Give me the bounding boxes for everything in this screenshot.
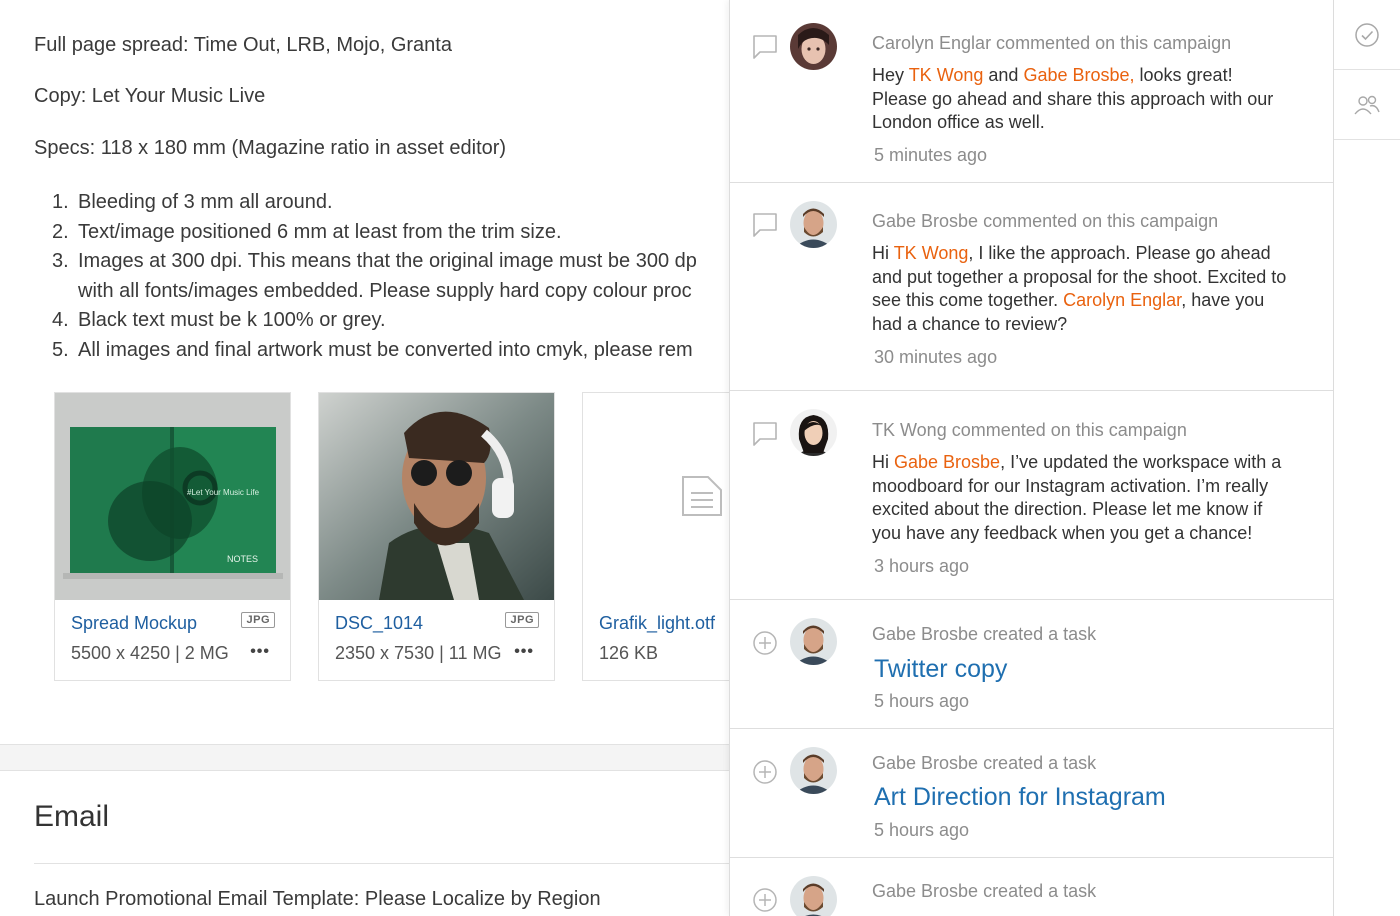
avatar[interactable]	[790, 23, 837, 70]
asset-card-grafik-font[interactable]: Grafik_light.otf 126 KB	[582, 392, 730, 681]
section-divider	[0, 744, 730, 771]
asset-meta: 5500 x 4250 | 2 MG	[71, 643, 229, 663]
asset-meta: 126 KB	[599, 643, 659, 663]
requirements-list: 1. Bleeding of 3 mm all around. 2. Text/im…	[52, 188, 697, 366]
user-mention-link[interactable]: TK Wong	[909, 65, 984, 85]
avatar[interactable]	[790, 876, 837, 916]
file-type-badge: JPG	[241, 612, 275, 628]
plus-circle-icon[interactable]	[752, 759, 778, 785]
activity-header: Carolyn Englar commented on this campaig…	[872, 33, 1232, 53]
asset-meta: 2350 x 7530 | 11 MG	[335, 643, 502, 663]
activity-task: Gabe Brosbe created a task	[730, 858, 1333, 916]
activity-time: 30 minutes ago	[874, 347, 998, 367]
activity-panel: Carolyn Englar commented on this campaig…	[729, 0, 1334, 916]
requirement-item-continued: with all fonts/images embedded. Please s…	[78, 279, 692, 302]
right-rail	[1334, 0, 1400, 916]
comment-body: Hi Gabe Brosbe, I’ve updated the workspa…	[872, 451, 1292, 546]
requirement-item: 3. Images at 300 dpi. This means that the…	[52, 250, 697, 273]
comment-text: Hi	[872, 243, 894, 263]
activity-task: Gabe Brosbe created a task Art Direction…	[730, 729, 1333, 858]
section-rule	[34, 863, 730, 864]
activity-task: Gabe Brosbe created a task Twitter copy …	[730, 600, 1333, 729]
email-section-title: Email	[34, 800, 110, 833]
file-type-badge: JPG	[505, 612, 539, 628]
comment-text: Hi	[872, 452, 894, 472]
more-options-icon[interactable]: •••	[514, 643, 534, 661]
user-mention-link[interactable]: Carolyn Englar	[1063, 290, 1181, 310]
asset-card-spread-mockup[interactable]: #Let Your Music Life NOTES Spread Mockup…	[54, 392, 291, 681]
asset-thumbnail[interactable]	[319, 393, 554, 600]
activity-header: Gabe Brosbe created a task	[872, 753, 1097, 773]
rail-people-button[interactable]	[1334, 70, 1400, 140]
asset-thumbnail[interactable]	[583, 393, 730, 600]
user-mention-link[interactable]: Gabe Brosbe,	[1023, 65, 1134, 85]
avatar[interactable]	[790, 618, 837, 665]
comment-body: Hi TK Wong, I like the approach. Please …	[872, 242, 1292, 337]
avatar[interactable]	[790, 747, 837, 794]
user-mention-link[interactable]: TK Wong	[894, 243, 969, 263]
activity-header: TK Wong commented on this campaign	[872, 420, 1187, 440]
asset-name[interactable]: DSC_1014	[335, 613, 423, 634]
activity-comment: Gabe Brosbe commented on this campaign H…	[730, 183, 1333, 391]
activity-header: Gabe Brosbe created a task	[872, 624, 1097, 644]
speech-bubble-icon	[753, 422, 777, 446]
comment-text: and	[983, 65, 1024, 85]
mockup-caption: #Let Your Music Life	[187, 488, 260, 497]
plus-circle-icon[interactable]	[752, 887, 778, 913]
brief-specs-line: Specs: 118 x 180 mm (Magazine ratio in a…	[34, 137, 507, 159]
campaign-brief: Full page spread: Time Out, LRB, Mojo, G…	[0, 0, 730, 916]
activity-time: 5 hours ago	[874, 691, 970, 711]
requirement-item: 2. Text/image positioned 6 mm at least fr…	[52, 220, 562, 243]
activity-header: Gabe Brosbe commented on this campaign	[872, 211, 1219, 231]
requirement-item: 5. All images and final artwork must be c…	[52, 338, 693, 361]
more-options-icon[interactable]: •••	[250, 643, 270, 661]
activity-time: 5 hours ago	[874, 820, 970, 840]
activity-time: 3 hours ago	[874, 556, 970, 576]
email-section-subtitle: Launch Promotional Email Template: Pleas…	[34, 888, 601, 910]
rail-approvals-button[interactable]	[1334, 0, 1400, 70]
asset-card-dsc-1014[interactable]: DSC_1014 JPG 2350 x 7530 | 11 MG •••	[318, 392, 555, 681]
comment-text: Hey	[872, 65, 909, 85]
user-mention-link[interactable]: Gabe Brosbe	[894, 452, 1000, 472]
asset-name[interactable]: Grafik_light.otf	[599, 613, 715, 634]
requirement-item: 1. Bleeding of 3 mm all around.	[52, 191, 333, 213]
speech-bubble-icon	[753, 35, 777, 59]
people-icon	[1354, 95, 1380, 114]
activity-header: Gabe Brosbe created a task	[872, 881, 1097, 901]
activity-comment: TK Wong commented on this campaign Hi Ga…	[730, 391, 1333, 600]
brief-spread-line: Full page spread: Time Out, LRB, Mojo, G…	[34, 34, 452, 56]
avatar[interactable]	[790, 409, 837, 456]
activity-comment: Carolyn Englar commented on this campaig…	[730, 0, 1333, 183]
plus-circle-icon[interactable]	[752, 630, 778, 656]
asset-thumbnail[interactable]: #Let Your Music Life NOTES	[55, 393, 290, 600]
mockup-footer: NOTES	[227, 554, 258, 564]
task-link[interactable]: Art Direction for Instagram	[874, 783, 1166, 812]
checkmark-circle-icon	[1355, 22, 1379, 47]
avatar[interactable]	[790, 201, 837, 248]
asset-name[interactable]: Spread Mockup	[71, 613, 197, 634]
requirement-item: 4. Black text must be k 100% or grey.	[52, 309, 386, 332]
brief-copy-line: Copy: Let Your Music Live	[34, 85, 266, 107]
activity-time: 5 minutes ago	[874, 145, 988, 165]
speech-bubble-icon	[753, 213, 777, 237]
comment-body: Hey TK Wong and Gabe Brosbe, looks great…	[872, 64, 1292, 135]
task-link[interactable]: Twitter copy	[874, 655, 1007, 684]
